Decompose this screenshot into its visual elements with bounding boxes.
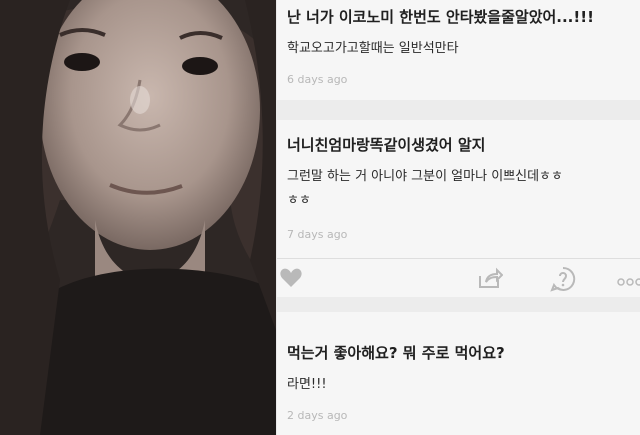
question-text: 너니친엄마랑똑같이생겼어 알지: [287, 136, 486, 154]
timestamp: 7 days ago: [287, 228, 348, 241]
answers-feed[interactable]: 난 너가 이코노미 한번도 안타봤을줄알았어...!!! 학교오고가고할때는 일…: [277, 0, 640, 435]
answer-card: 너니친엄마랑똑같이생겼어 알지 그런말 하는 거 아니야 그분이 얼마나 이쁘신…: [277, 120, 640, 297]
timestamp: 2 days ago: [287, 409, 348, 422]
answer-card: 난 너가 이코노미 한번도 안타봤을줄알았어...!!! 학교오고가고할때는 일…: [277, 0, 640, 100]
answer-card: 먹는거 좋아해요? 뭐 주로 먹어요? 라면!!! 2 days ago: [277, 312, 640, 435]
portrait-illustration: [0, 0, 276, 435]
action-bar: [277, 262, 640, 296]
more-icon[interactable]: [617, 272, 640, 291]
divider: [277, 258, 640, 259]
share-icon[interactable]: [477, 266, 504, 294]
answer-text-line1: 그런말 하는 거 아니야 그분이 얼마나 이쁘신데ㅎㅎ: [287, 169, 563, 184]
heart-icon[interactable]: [279, 266, 303, 292]
answer-text: 라면!!!: [287, 377, 327, 392]
timestamp: 6 days ago: [287, 73, 348, 86]
profile-photo: [0, 0, 276, 435]
question-text: 난 너가 이코노미 한번도 안타봤을줄알았어...!!!: [287, 8, 594, 26]
question-icon[interactable]: [550, 266, 576, 296]
answer-text: 학교오고가고할때는 일반석만타: [287, 41, 459, 56]
question-text: 먹는거 좋아해요? 뭐 주로 먹어요?: [287, 344, 505, 362]
answer-text-line2: ㅎㅎ: [287, 193, 311, 208]
